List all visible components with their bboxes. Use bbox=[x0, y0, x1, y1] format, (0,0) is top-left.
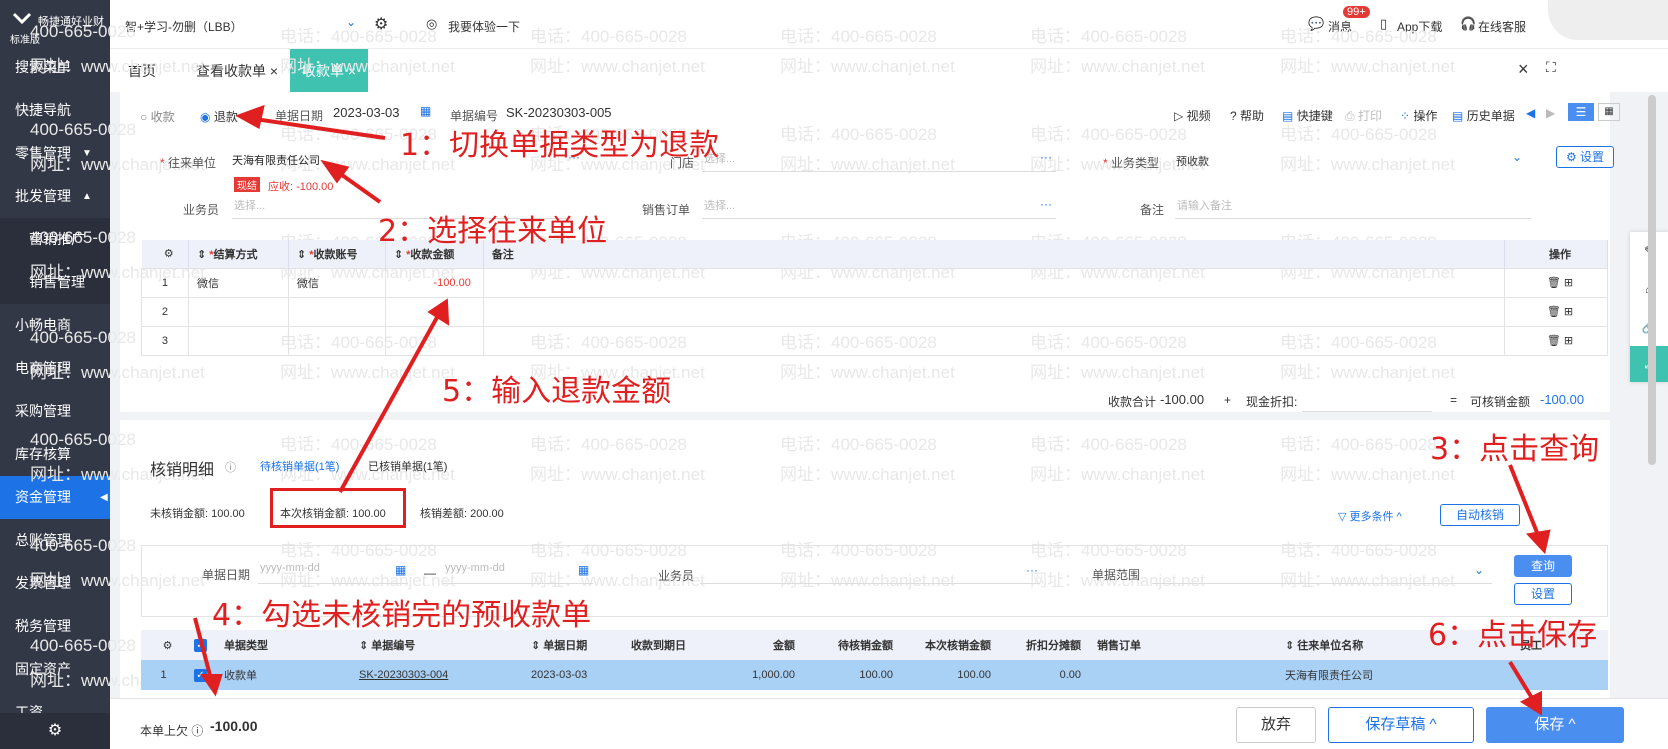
arrow-5 bbox=[338, 311, 442, 493]
annotation-6: 6：点击保存 bbox=[1428, 618, 1598, 653]
annotation-arrows bbox=[193, 104, 1551, 716]
arrow-4 bbox=[193, 617, 214, 684]
arrow-1 bbox=[247, 116, 386, 140]
arrow-3 bbox=[1508, 464, 1542, 541]
annotation-4: 4：勾选未核销完的预收款单 bbox=[212, 598, 592, 633]
annotation-5: 5：输入退款金额 bbox=[442, 374, 672, 409]
annotation-3: 3：点击查询 bbox=[1430, 432, 1600, 467]
annotation-2: 2：选择往来单位 bbox=[378, 214, 608, 249]
annotation-1: 1：切换单据类型为退款 bbox=[400, 128, 720, 163]
